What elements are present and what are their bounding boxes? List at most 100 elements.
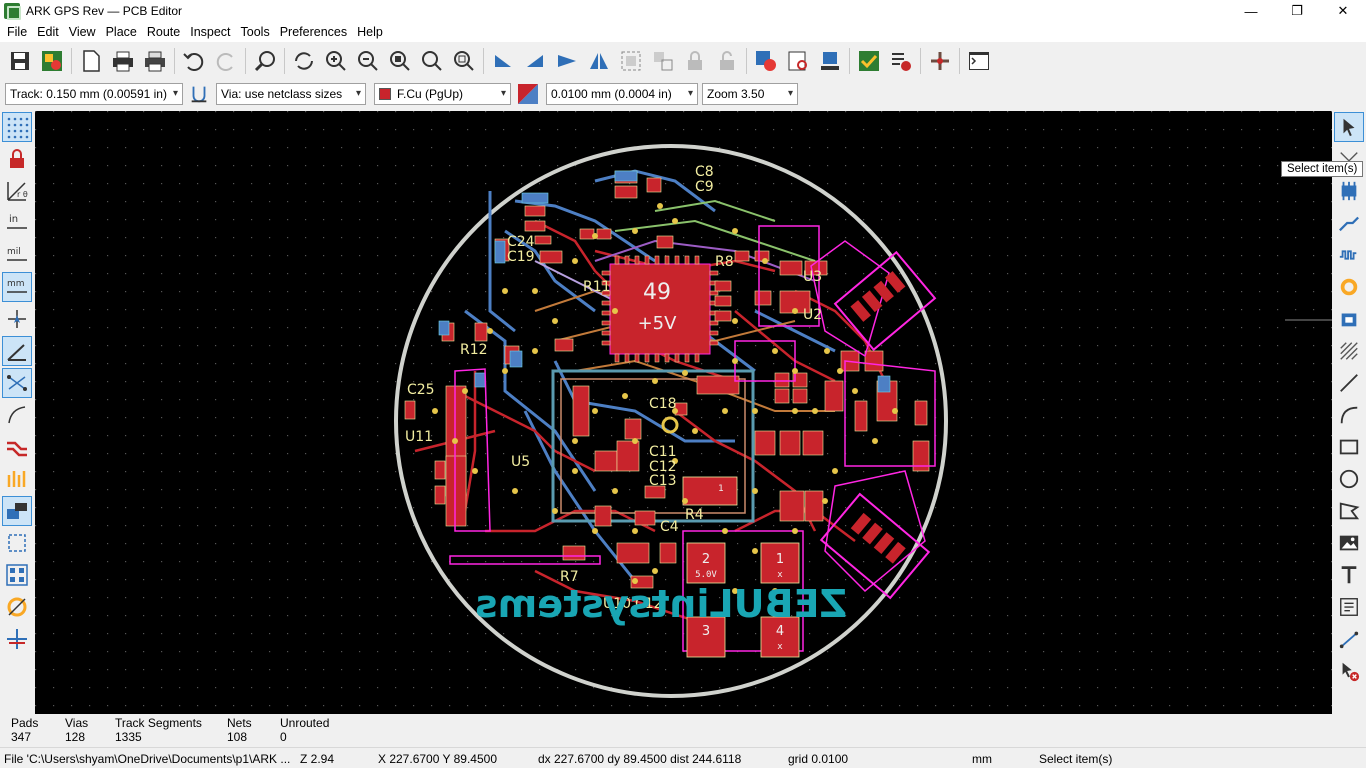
menu-preferences[interactable]: Preferences (275, 25, 352, 39)
inch-units-icon[interactable]: in (2, 208, 32, 238)
drc-icon[interactable] (854, 46, 884, 76)
menu-inspect[interactable]: Inspect (185, 25, 235, 39)
footprint-editor-icon[interactable] (815, 46, 845, 76)
ref-c13: C13 (649, 473, 677, 489)
dimension-icon[interactable] (1334, 624, 1364, 654)
pads-icon[interactable] (2, 560, 32, 590)
svg-text:mil: mil (7, 247, 21, 257)
via (752, 408, 758, 414)
zone-icon[interactable] (1334, 304, 1364, 334)
polygon-icon[interactable] (1334, 496, 1364, 526)
new-page-icon[interactable] (76, 46, 106, 76)
menu-view[interactable]: View (64, 25, 101, 39)
layer-pair-icon[interactable] (516, 82, 540, 106)
zoom-in-icon[interactable] (321, 46, 351, 76)
select-icon[interactable] (1334, 112, 1364, 142)
tracks-icon[interactable] (2, 432, 32, 462)
mirror-icon[interactable] (584, 46, 614, 76)
ref-u3: U3 (803, 269, 822, 285)
redo-icon[interactable] (211, 46, 241, 76)
minimize-button[interactable]: — (1228, 0, 1274, 22)
zoom-selection-icon[interactable] (449, 46, 479, 76)
circle-icon[interactable] (1334, 464, 1364, 494)
zoom-out-icon[interactable] (353, 46, 383, 76)
mm-units-icon[interactable]: mm (2, 272, 32, 302)
stat-unrouted: Unrouted 0 (280, 716, 329, 744)
close-button[interactable]: ✕ (1320, 0, 1366, 22)
print-icon[interactable] (108, 46, 138, 76)
zone-outline-icon[interactable] (2, 528, 32, 558)
ungroup-icon[interactable] (648, 46, 678, 76)
save-icon[interactable] (5, 46, 35, 76)
polar-coords-icon[interactable]: r θ (2, 176, 32, 206)
find-icon[interactable] (250, 46, 280, 76)
rectangle-icon[interactable] (1334, 432, 1364, 462)
group-icon[interactable] (616, 46, 646, 76)
maximize-button[interactable]: ❐ (1274, 0, 1320, 22)
ratsnest-icon[interactable] (2, 368, 32, 398)
curved-ratsnest-icon[interactable] (2, 400, 32, 430)
zones-icon[interactable] (2, 496, 32, 526)
via (622, 393, 628, 399)
menu-help[interactable]: Help (352, 25, 388, 39)
arc-icon[interactable] (1334, 400, 1364, 430)
plot-icon[interactable] (140, 46, 170, 76)
rotate-ccw-icon[interactable] (488, 46, 518, 76)
svg-text:in: in (9, 214, 18, 225)
pad-2-number: 2 (702, 552, 710, 567)
auto-width-icon[interactable] (188, 83, 210, 105)
select-tooltip: Select item(s) (1281, 161, 1364, 177)
menu-route[interactable]: Route (142, 25, 185, 39)
lock-icon[interactable] (680, 46, 710, 76)
menu-file[interactable]: File (2, 25, 32, 39)
delete-icon[interactable] (1334, 656, 1364, 686)
textbox-icon[interactable] (1334, 592, 1364, 622)
footprint-icon[interactable] (1334, 176, 1364, 206)
via (752, 548, 758, 554)
menu-edit[interactable]: Edit (32, 25, 64, 39)
via-size-select[interactable]: Via: use netclass sizes ▾ (216, 83, 366, 105)
update-pcb-icon[interactable] (751, 46, 781, 76)
zoom-objects-icon[interactable] (417, 46, 447, 76)
zoom-fit-icon[interactable] (385, 46, 415, 76)
refresh-icon[interactable] (289, 46, 319, 76)
route-track-icon[interactable] (1334, 208, 1364, 238)
pad-3-number: 3 (702, 624, 710, 639)
zoom-select[interactable]: Zoom 3.50 ▾ (702, 83, 798, 105)
rotate-cw-icon[interactable] (520, 46, 550, 76)
board-setup-icon[interactable] (37, 46, 67, 76)
vias-icon[interactable] (2, 464, 32, 494)
layers-icon[interactable] (925, 46, 955, 76)
via (652, 568, 658, 574)
grid-icon[interactable] (2, 112, 32, 142)
scripting-console-icon[interactable] (964, 46, 994, 76)
image-icon[interactable] (1334, 528, 1364, 558)
flip-icon[interactable] (552, 46, 582, 76)
menu-place[interactable]: Place (101, 25, 142, 39)
via-icon[interactable] (1334, 272, 1364, 302)
via (592, 528, 598, 534)
grid-value: 0.0100 mm (0.0004 in) (551, 87, 672, 101)
footprint-browser-icon[interactable] (783, 46, 813, 76)
line-icon[interactable] (1334, 368, 1364, 398)
ref-c17: C8 (695, 164, 714, 180)
layer-select[interactable]: F.Cu (PgUp) ▾ (374, 83, 511, 105)
unlock-icon[interactable] (712, 46, 742, 76)
undo-icon[interactable] (179, 46, 209, 76)
measure-icon[interactable] (2, 592, 32, 622)
highlight-icon[interactable] (2, 624, 32, 654)
cursor-icon[interactable] (2, 304, 32, 334)
angle-icon[interactable] (2, 336, 32, 366)
grid-select[interactable]: 0.0100 mm (0.0004 in) ▾ (546, 83, 698, 105)
pcb-canvas[interactable]: 49 +5V 2 5.0V 1 x 3 4 x 1 U11 U5 C18 C11… (35, 111, 1332, 714)
lock-grid-icon[interactable] (2, 144, 32, 174)
status-bar: File 'C:\Users\shyam\OneDrive\Documents\… (0, 747, 1366, 768)
track-width-select[interactable]: Track: 0.150 mm (0.00591 in) ▾ (5, 83, 183, 105)
menu-tools[interactable]: Tools (236, 25, 275, 39)
tune-length-icon[interactable] (1334, 240, 1364, 270)
net-inspector-icon[interactable] (886, 46, 916, 76)
text-icon[interactable] (1334, 560, 1364, 590)
chevron-down-icon: ▾ (500, 88, 506, 99)
mil-units-icon[interactable]: mil (2, 240, 32, 270)
keepout-icon[interactable] (1334, 336, 1364, 366)
